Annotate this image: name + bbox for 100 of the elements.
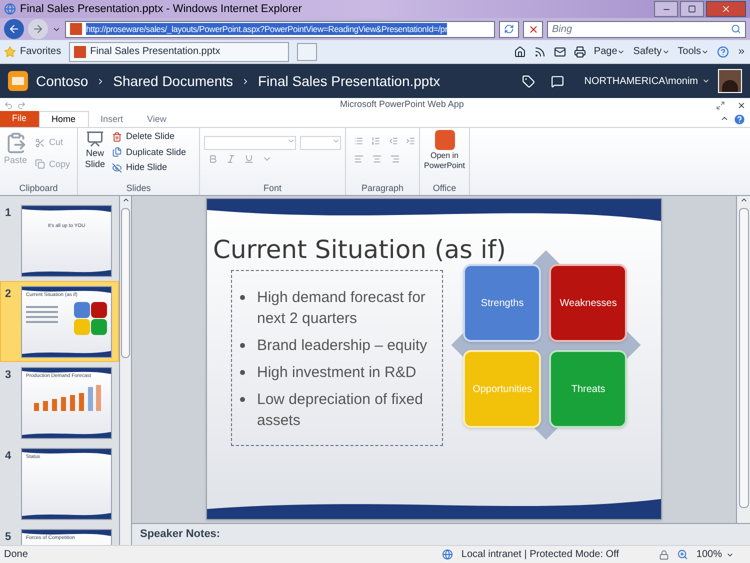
numbering-icon[interactable] <box>371 136 380 146</box>
italic-icon[interactable] <box>226 154 236 164</box>
zoom-icon[interactable] <box>677 549 688 560</box>
bullet-icon <box>240 370 245 375</box>
bullets-icon[interactable] <box>354 136 364 146</box>
command-menu[interactable]: Tools <box>678 44 709 59</box>
close-button[interactable] <box>706 1 746 17</box>
slide-number: 3 <box>5 368 12 383</box>
trash-icon <box>112 132 122 142</box>
breadcrumb-link[interactable]: Contoso <box>36 70 88 92</box>
close-icon[interactable] <box>737 100 746 110</box>
more-icon[interactable] <box>737 47 746 56</box>
slide-number: 1 <box>5 206 12 221</box>
delete-slide-button[interactable]: Delete Slide <box>112 130 186 144</box>
command-menu[interactable]: Safety <box>633 44 670 59</box>
bold-icon[interactable] <box>208 154 218 164</box>
bullet-text: Brand leadership – equity <box>257 336 428 356</box>
zone-text: Local intranet | Protected Mode: Off <box>461 548 620 562</box>
close-icon <box>721 4 731 14</box>
command-menu[interactable]: Page <box>594 44 626 59</box>
intranet-icon <box>442 549 454 560</box>
dropdown-caret-icon <box>702 77 710 85</box>
align-right-icon[interactable] <box>390 154 400 164</box>
group-label: Paragraph <box>360 184 405 193</box>
refresh-button[interactable] <box>499 20 519 38</box>
increase-indent-icon[interactable] <box>406 136 415 146</box>
slide-number: 4 <box>5 449 12 464</box>
underline-icon[interactable] <box>244 154 254 164</box>
slide-number: 2 <box>5 287 12 302</box>
speaker-notes-label: Speaker Notes: <box>140 527 220 542</box>
status-text: Done <box>4 548 28 562</box>
ribbon-tab[interactable]: View <box>135 113 178 127</box>
dropdown-caret-icon <box>287 137 296 145</box>
align-center-icon[interactable] <box>372 154 382 164</box>
breadcrumb-separator-icon <box>241 76 250 86</box>
scissors-icon <box>35 138 46 148</box>
scroll-up-icon[interactable] <box>740 196 748 204</box>
swot-tile: Strengths <box>463 264 542 342</box>
hidden-eye-icon <box>112 162 122 173</box>
forward-arrow-icon <box>32 23 44 35</box>
back-button[interactable] <box>4 19 24 39</box>
powerpoint-icon <box>434 130 454 150</box>
refresh-icon <box>504 24 514 34</box>
slide-title: Current Situation (as if) <box>212 237 508 262</box>
redo-icon[interactable] <box>17 100 26 110</box>
align-left-icon[interactable] <box>354 154 364 164</box>
notes-icon[interactable] <box>551 74 564 88</box>
stop-button[interactable] <box>523 20 543 38</box>
ribbon-tab[interactable]: File <box>0 111 39 127</box>
breadcrumb-link[interactable]: Shared Documents <box>113 70 233 92</box>
favorites-button[interactable]: Favorites <box>4 44 62 59</box>
tag-icon[interactable] <box>522 74 536 88</box>
home-icon[interactable] <box>514 46 526 58</box>
minimize-button[interactable] <box>654 1 678 17</box>
help-icon[interactable] <box>717 46 729 58</box>
page-icon <box>74 46 86 58</box>
ribbon-tab[interactable]: Home <box>38 111 89 127</box>
ribbon-tab[interactable]: Insert <box>88 113 136 127</box>
scrollbar[interactable] <box>120 196 132 545</box>
new-slide-button[interactable]: New Slide <box>82 130 108 184</box>
new-tab-button[interactable] <box>297 42 318 60</box>
bullet-icon <box>240 397 245 402</box>
print-icon[interactable] <box>574 46 586 58</box>
window-title: Final Sales Presentation.pptx - Windows Internet Explorer <box>20 2 302 17</box>
security-icon[interactable] <box>659 550 670 560</box>
browser-tab[interactable]: Final Sales Presentation.pptx <box>69 42 290 62</box>
decrease-indent-icon[interactable] <box>388 136 398 146</box>
fullscreen-icon[interactable] <box>716 100 725 110</box>
maximize-button[interactable] <box>680 1 704 17</box>
maximize-icon <box>688 5 696 13</box>
search-field[interactable]: Bing <box>547 20 746 38</box>
back-arrow-icon <box>8 23 20 35</box>
site-logo[interactable] <box>8 71 28 91</box>
scrollbar[interactable] <box>736 196 750 523</box>
search-icon[interactable] <box>731 24 741 34</box>
bullet-text: Low depreciation of fixed assets <box>257 390 424 431</box>
bullet-icon <box>240 295 245 300</box>
avatar[interactable] <box>718 69 742 93</box>
zoom-button[interactable]: 100% <box>696 547 734 562</box>
duplicate-slide-button[interactable]: Duplicate Slide <box>112 146 186 159</box>
swot-tile: Opportunities <box>463 350 542 428</box>
hide-slide-button[interactable]: Hide Slide <box>112 161 186 174</box>
search-placeholder: Bing <box>552 22 572 36</box>
group-label: Slides <box>125 184 152 193</box>
mail-icon[interactable] <box>554 46 566 58</box>
duplicate-icon <box>112 147 122 158</box>
feed-icon[interactable] <box>534 46 546 58</box>
forward-button[interactable] <box>28 19 48 39</box>
dropdown-caret-icon <box>332 137 340 145</box>
breadcrumb-link[interactable]: Final Sales Presentation.pptx <box>258 70 440 92</box>
bullet-text: High demand forecast for next 2 quarters <box>257 288 426 329</box>
browser-icon <box>4 3 16 15</box>
address-field[interactable]: http://proseware/sales/_layouts/PowerPoint.aspx?PowerPointView=ReadingView&PresentationId=/pr <box>65 20 495 38</box>
open-in-powerpoint-button[interactable]: Open in PowerPoint <box>424 128 465 184</box>
user-menu[interactable]: NORTHAMERICA\monim <box>584 74 710 88</box>
undo-icon[interactable] <box>4 100 13 110</box>
scroll-up-icon[interactable] <box>122 196 130 204</box>
collapse-ribbon-icon[interactable] <box>720 114 729 123</box>
group-label: Font <box>262 184 282 193</box>
bullet-icon <box>240 343 245 348</box>
